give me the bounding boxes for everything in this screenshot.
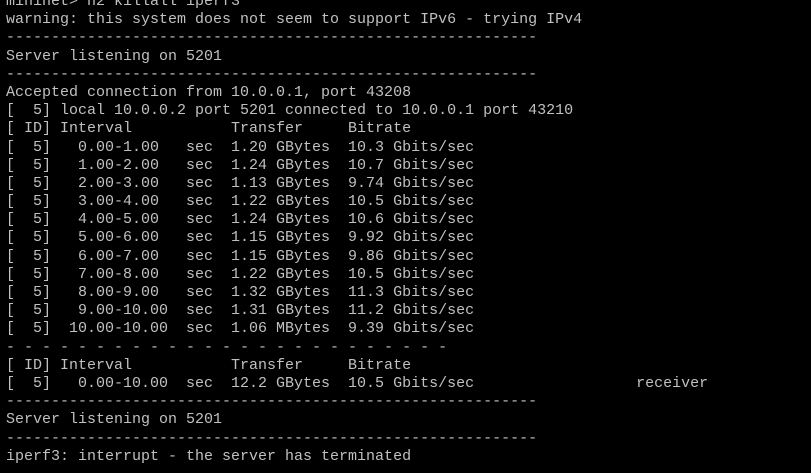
table-row: [ 5] 6.00-7.00 sec 1.15 GBytes 9.86 Gbit… bbox=[6, 247, 475, 265]
table-row: [ 5] 7.00-8.00 sec 1.22 GBytes 10.5 Gbit… bbox=[6, 265, 475, 283]
table-row: [ 5] 2.00-3.00 sec 1.13 GBytes 9.74 Gbit… bbox=[6, 174, 475, 192]
command-line: mininet> h2 killall iperf3 bbox=[6, 0, 241, 10]
output-line: Accepted connection from 10.0.0.1, port … bbox=[6, 83, 412, 101]
output-line: Server listening on 5201 bbox=[6, 47, 223, 65]
output-line: Server listening on 5201 bbox=[6, 411, 223, 429]
table-row: [ 5] 4.00-5.00 sec 1.24 GBytes 10.6 Gbit… bbox=[6, 211, 475, 229]
summary-header: [ ID] Interval Transfer Bitrate bbox=[6, 356, 412, 374]
table-row: [ 5] 9.00-10.00 sec 1.31 GBytes 11.2 Gbi… bbox=[6, 302, 475, 320]
separator-line: ----------------------------------------… bbox=[6, 65, 538, 83]
table-row: [ 5] 3.00-4.00 sec 1.22 GBytes 10.5 Gbit… bbox=[6, 193, 475, 211]
summary-row: [ 5] 0.00-10.00 sec 12.2 GBytes 10.5 Gbi… bbox=[6, 374, 709, 392]
output-line: warning: this system does not seem to su… bbox=[6, 11, 583, 29]
terminal-window[interactable]: mininet> h2 killall iperf3 warning: this… bbox=[0, 0, 811, 466]
table-row: [ 5] 10.00-10.00 sec 1.06 MBytes 9.39 Gb… bbox=[6, 320, 475, 338]
table-row: [ 5] 0.00-1.00 sec 1.20 GBytes 10.3 Gbit… bbox=[6, 138, 475, 156]
output-line: [ 5] local 10.0.0.2 port 5201 connected … bbox=[6, 102, 574, 120]
separator-line: ----------------------------------------… bbox=[6, 29, 538, 47]
separator-line: ----------------------------------------… bbox=[6, 393, 538, 411]
table-row: [ 5] 8.00-9.00 sec 1.32 GBytes 11.3 Gbit… bbox=[6, 284, 475, 301]
separator-line: ----------------------------------------… bbox=[6, 429, 538, 447]
table-row: [ 5] 5.00-6.00 sec 1.15 GBytes 9.92 Gbit… bbox=[6, 229, 475, 247]
output-line: iperf3: interrupt - the server has termi… bbox=[6, 447, 412, 465]
table-header: [ ID] Interval Transfer Bitrate bbox=[6, 120, 412, 138]
table-row: [ 5] 1.00-2.00 sec 1.24 GBytes 10.7 Gbit… bbox=[6, 156, 475, 174]
dashed-separator-line: - - - - - - - - - - - - - - - - - - - - … bbox=[6, 338, 448, 356]
